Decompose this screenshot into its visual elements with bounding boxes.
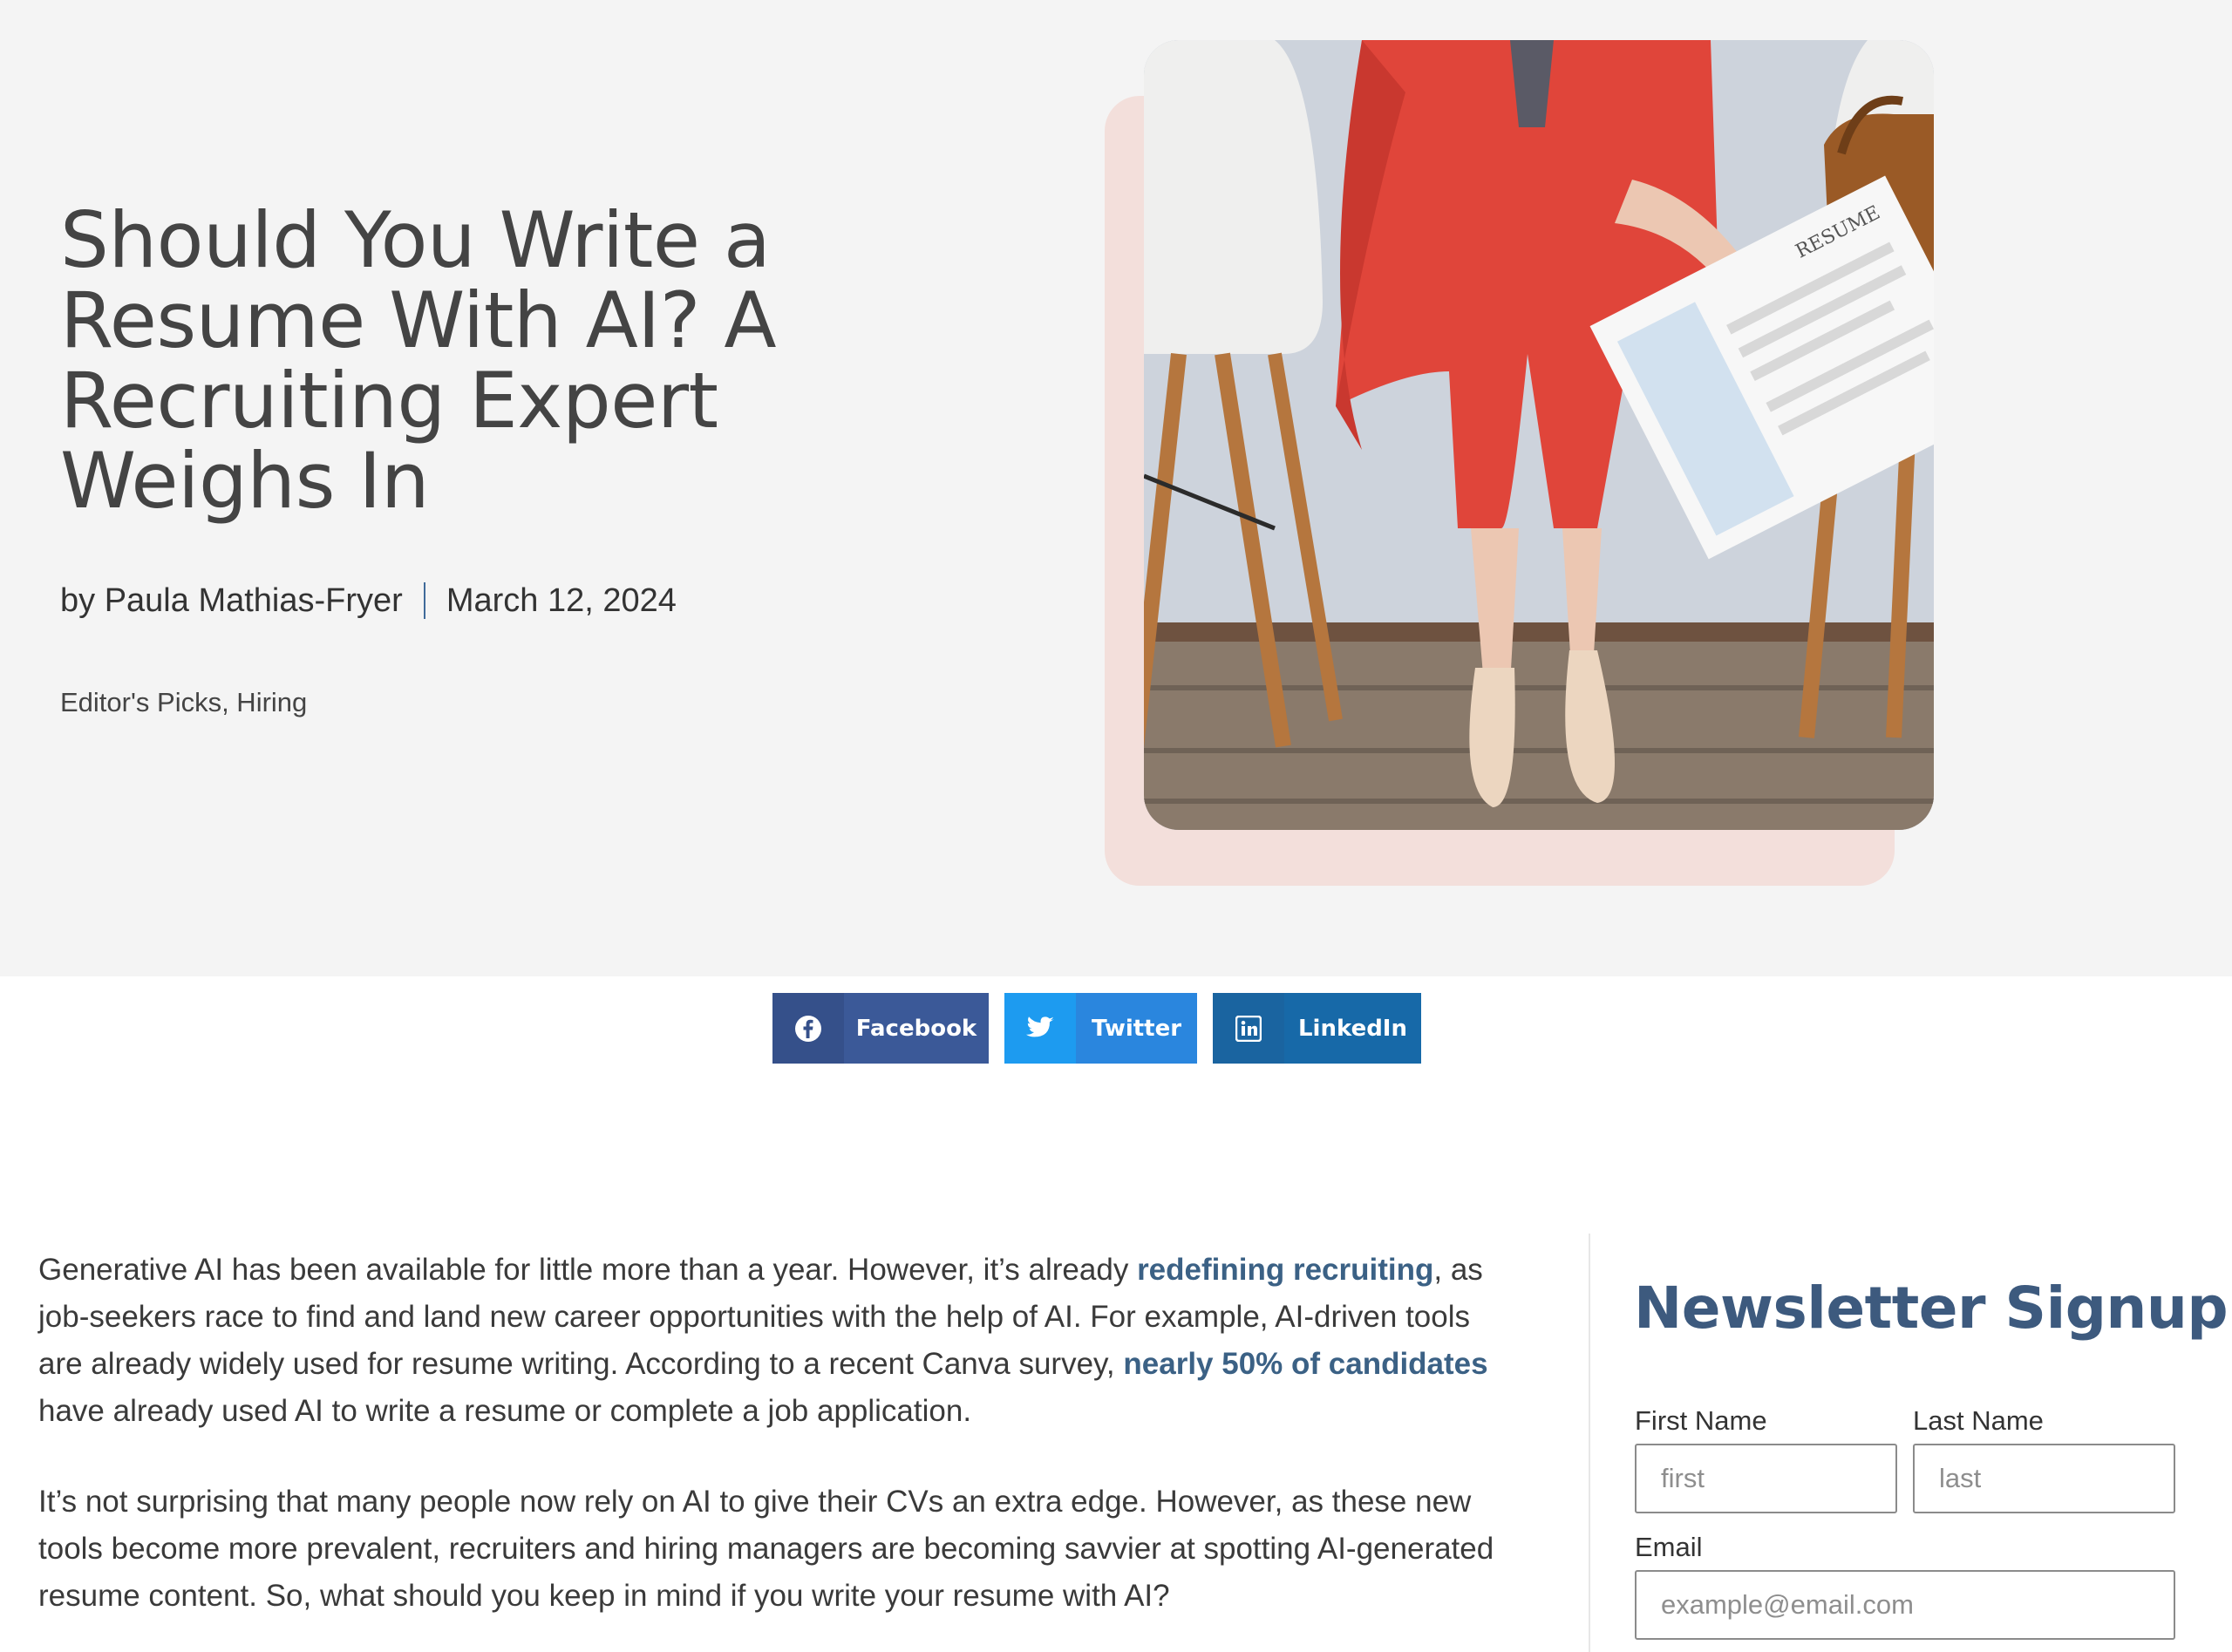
article-byline: by Paula Mathias-Fryer March 12, 2024 [60, 579, 677, 622]
publish-date: March 12, 2024 [446, 581, 677, 619]
sidebar-divider [1589, 1234, 1590, 1652]
share-facebook-label: Facebook [855, 1015, 977, 1042]
byline-divider [423, 582, 425, 619]
author-name[interactable]: by Paula Mathias-Fryer [60, 582, 403, 620]
share-linkedin-button[interactable]: LinkedIn [1213, 993, 1421, 1064]
article-hero: Should You Write a Resume With AI? A Rec… [0, 0, 2232, 976]
share-linkedin-label: LinkedIn [1297, 1015, 1407, 1042]
share-facebook-button[interactable]: Facebook [772, 993, 989, 1064]
article-categories[interactable]: Editor's Picks, Hiring [60, 687, 307, 718]
paragraph-text: have already used AI to write a resume o… [38, 1394, 972, 1428]
linkedin-icon [1213, 993, 1284, 1064]
article-paragraph: Generative AI has been available for lit… [38, 1247, 1503, 1435]
email-label: Email [1635, 1532, 1703, 1562]
share-twitter-button[interactable]: Twitter [1004, 993, 1197, 1064]
paragraph-text: Generative AI has been available for lit… [38, 1253, 1138, 1287]
last-name-input[interactable] [1913, 1444, 2175, 1513]
article-paragraph: It’s not surprising that many people now… [38, 1485, 1494, 1613]
facebook-icon [772, 993, 844, 1064]
redefining-recruiting-link[interactable]: redefining recruiting [1137, 1253, 1433, 1287]
email-input[interactable] [1635, 1570, 2175, 1640]
article-title: Should You Write a Resume With AI? A Rec… [60, 195, 777, 526]
share-twitter-label: Twitter [1091, 1015, 1182, 1042]
twitter-icon [1004, 993, 1076, 1064]
hero-image: RESUME [1144, 40, 1934, 830]
last-name-label: Last Name [1913, 1405, 2044, 1436]
newsletter-title: Newsletter Signup [1634, 1275, 2229, 1342]
first-name-label: First Name [1635, 1405, 1767, 1436]
canva-survey-link[interactable]: nearly 50% of candidates [1123, 1347, 1487, 1381]
article-body: Generative AI has been available for lit… [38, 1247, 1503, 1652]
first-name-input[interactable] [1635, 1444, 1897, 1513]
